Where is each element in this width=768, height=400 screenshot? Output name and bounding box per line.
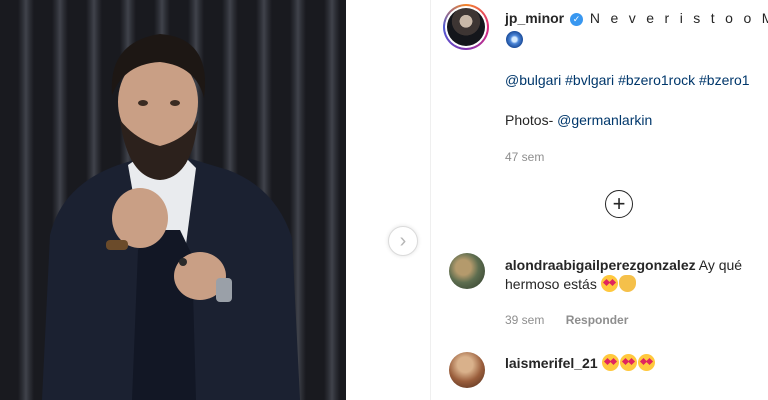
- caption-text: N e v e r i s t o o M u c h: [589, 10, 768, 26]
- chevron-right-icon: ›: [399, 229, 407, 252]
- avatar-inner: [445, 6, 487, 48]
- plus-circle-icon: +: [612, 191, 626, 216]
- comment-username[interactable]: alondraabigailperezgonzalez: [505, 257, 696, 273]
- hashtag-bvlgari[interactable]: #bvlgari: [565, 72, 614, 88]
- post-timestamp[interactable]: 47 sem: [505, 150, 544, 164]
- commenter-avatar[interactable]: [449, 253, 485, 289]
- comment-meta: 39 sem Responder: [505, 313, 628, 327]
- author-username[interactable]: jp_minor: [505, 10, 564, 26]
- star-struck-emoji-icon: [619, 354, 637, 371]
- post-photo[interactable]: [0, 0, 346, 400]
- caption-header: jp_minor ✓ N e v e r i s t o o M u c h: [505, 10, 768, 26]
- photos-label: Photos-: [505, 112, 554, 128]
- author-avatar[interactable]: [443, 4, 489, 50]
- next-photo-button[interactable]: ›: [388, 226, 418, 256]
- comment-timestamp[interactable]: 39 sem: [505, 313, 544, 327]
- hashtag-bzero1[interactable]: #bzero1: [699, 72, 750, 88]
- comment: alondraabigailperezgonzalez Ay qué hermo…: [505, 256, 760, 294]
- commenter-avatar[interactable]: [449, 352, 485, 388]
- mention-bulgari[interactable]: @bulgari: [505, 72, 561, 88]
- star-struck-emoji-icon: [600, 275, 618, 292]
- comment: laismerifel_21: [505, 354, 760, 373]
- media-pane: ›: [0, 0, 430, 400]
- photos-credit-line: Photos- @germanlarkin: [505, 112, 652, 128]
- hashtag-bzero1rock[interactable]: #bzero1rock: [618, 72, 695, 88]
- caption-tags: @bulgari #bvlgari #bzero1rock #bzero1: [505, 70, 755, 91]
- gem-icon: [506, 31, 523, 48]
- comment-username[interactable]: laismerifel_21: [505, 355, 598, 371]
- star-struck-emoji-icon: [601, 354, 619, 371]
- post-details-pane: jp_minor ✓ N e v e r i s t o o M u c h @…: [430, 0, 768, 400]
- ok-hand-emoji-icon: [618, 275, 636, 292]
- load-more-comments-button[interactable]: +: [605, 190, 633, 218]
- author-avatar-image: [447, 8, 485, 46]
- reply-button[interactable]: Responder: [566, 313, 629, 327]
- star-struck-emoji-icon: [637, 354, 655, 371]
- photo-illustration: [42, 34, 300, 400]
- photographer-mention[interactable]: @germanlarkin: [557, 112, 652, 128]
- verified-badge-icon: ✓: [570, 13, 584, 26]
